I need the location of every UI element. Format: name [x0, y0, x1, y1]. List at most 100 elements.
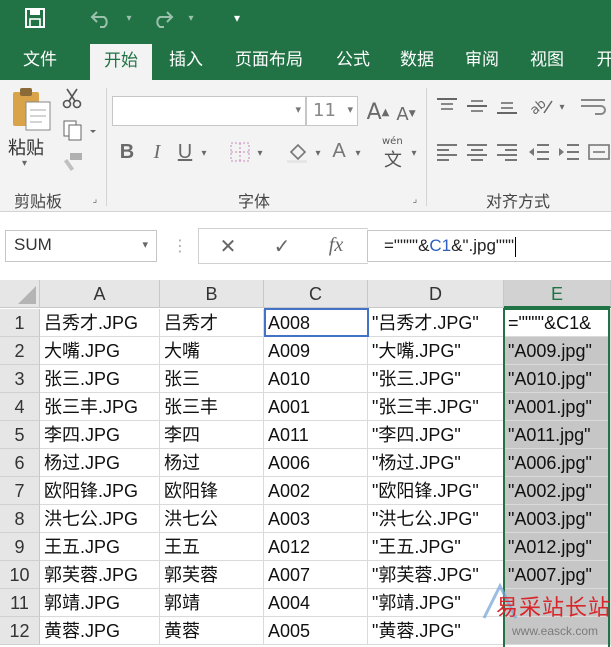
- cell-c6[interactable]: A006: [264, 449, 368, 477]
- customize-quick-access-icon[interactable]: ▾: [228, 4, 246, 32]
- redo-dropdown-icon[interactable]: ▾: [182, 4, 200, 32]
- cell-c9[interactable]: A012: [264, 533, 368, 561]
- fill-color-icon[interactable]: [284, 138, 310, 166]
- cell-b2[interactable]: 大嘴: [160, 337, 264, 365]
- cell-b10[interactable]: 郭芙蓉: [160, 561, 264, 589]
- underline-button[interactable]: U: [174, 138, 196, 166]
- increase-indent-icon[interactable]: [556, 138, 582, 166]
- cell-b12[interactable]: 黄蓉: [160, 617, 264, 645]
- row-header[interactable]: 5: [0, 421, 40, 449]
- insert-function-icon[interactable]: fx: [322, 232, 350, 258]
- border-dropdown-icon[interactable]: ▾: [254, 146, 266, 160]
- orientation-dropdown-icon[interactable]: ▾: [556, 100, 568, 114]
- cell-c11[interactable]: A004: [264, 589, 368, 617]
- redo-icon[interactable]: [146, 4, 180, 32]
- cell-b1[interactable]: 吕秀才: [160, 309, 264, 337]
- column-header-a[interactable]: A: [40, 280, 160, 308]
- cell-b3[interactable]: 张三: [160, 365, 264, 393]
- cell-a8[interactable]: 洪七公.JPG: [40, 505, 160, 533]
- row-header[interactable]: 7: [0, 477, 40, 505]
- undo-icon[interactable]: [84, 4, 118, 32]
- tab-view[interactable]: 视图: [520, 40, 574, 80]
- shrink-font-icon[interactable]: A ▼: [394, 100, 418, 128]
- cell-d2[interactable]: "大嘴.JPG": [368, 337, 504, 365]
- row-header[interactable]: 11: [0, 589, 40, 617]
- font-name-dropdown-icon[interactable]: ▾: [295, 103, 301, 116]
- cell-b11[interactable]: 郭靖: [160, 589, 264, 617]
- row-header[interactable]: 10: [0, 561, 40, 589]
- cell-a2[interactable]: 大嘴.JPG: [40, 337, 160, 365]
- enter-icon[interactable]: ✓: [268, 234, 296, 258]
- cell-d7[interactable]: "欧阳锋.JPG": [368, 477, 504, 505]
- save-icon[interactable]: [18, 4, 52, 32]
- cell-d4[interactable]: "张三丰.JPG": [368, 393, 504, 421]
- name-box[interactable]: SUM ▾: [5, 230, 157, 262]
- align-right-icon[interactable]: [494, 138, 520, 166]
- cell-e2[interactable]: "A009.jpg": [504, 337, 611, 365]
- paste-icon[interactable]: [8, 86, 56, 132]
- cell-d5[interactable]: "李四.JPG": [368, 421, 504, 449]
- tab-file[interactable]: 文件: [10, 40, 70, 80]
- cell-c12[interactable]: A005: [264, 617, 368, 645]
- cell-c3[interactable]: A010: [264, 365, 368, 393]
- cell-d3[interactable]: "张三.JPG": [368, 365, 504, 393]
- font-color-icon[interactable]: A: [328, 136, 350, 166]
- formula-input[interactable]: =""""&C1&".jpg""": [367, 230, 611, 262]
- cell-e8[interactable]: "A003.jpg": [504, 505, 611, 533]
- cell-c1[interactable]: A008: [264, 309, 368, 337]
- cell-e9[interactable]: "A012.jpg": [504, 533, 611, 561]
- merge-center-icon[interactable]: [586, 138, 611, 166]
- font-color-dropdown-icon[interactable]: ▾: [352, 146, 364, 160]
- cell-a1[interactable]: 吕秀才.JPG: [40, 309, 160, 337]
- cell-e4[interactable]: "A001.jpg": [504, 393, 611, 421]
- cell-b9[interactable]: 王五: [160, 533, 264, 561]
- cell-b5[interactable]: 李四: [160, 421, 264, 449]
- cell-a3[interactable]: 张三.JPG: [40, 365, 160, 393]
- cell-d1[interactable]: "吕秀才.JPG": [368, 309, 504, 337]
- tab-insert[interactable]: 插入: [158, 40, 214, 80]
- row-header[interactable]: 12: [0, 617, 40, 645]
- row-header[interactable]: 9: [0, 533, 40, 561]
- cell-a6[interactable]: 杨过.JPG: [40, 449, 160, 477]
- column-header-e[interactable]: E: [504, 280, 611, 308]
- row-header[interactable]: 8: [0, 505, 40, 533]
- cell-a10[interactable]: 郭芙蓉.JPG: [40, 561, 160, 589]
- tab-home[interactable]: 开始: [90, 44, 152, 80]
- align-middle-icon[interactable]: [464, 94, 490, 118]
- cancel-icon[interactable]: ✕: [214, 234, 242, 258]
- cell-d10[interactable]: "郭芙蓉.JPG": [368, 561, 504, 589]
- border-icon[interactable]: [228, 140, 252, 164]
- cell-d6[interactable]: "杨过.JPG": [368, 449, 504, 477]
- column-header-d[interactable]: D: [368, 280, 504, 308]
- cell-a12[interactable]: 黄蓉.JPG: [40, 617, 160, 645]
- fill-color-dropdown-icon[interactable]: ▾: [312, 146, 324, 160]
- italic-button[interactable]: I: [146, 138, 168, 166]
- cell-c8[interactable]: A003: [264, 505, 368, 533]
- cell-e11[interactable]: [504, 589, 611, 617]
- font-size-dropdown-icon[interactable]: ▾: [347, 103, 353, 116]
- select-all-corner[interactable]: [0, 280, 40, 308]
- align-bottom-icon[interactable]: [494, 94, 520, 118]
- cell-c5[interactable]: A011: [264, 421, 368, 449]
- paste-dropdown-icon[interactable]: ▾: [22, 158, 27, 169]
- tab-formulas[interactable]: 公式: [326, 40, 380, 80]
- copy-icon[interactable]: [60, 118, 100, 142]
- bold-button[interactable]: B: [116, 138, 138, 166]
- paste-label[interactable]: 粘贴: [8, 134, 44, 160]
- column-header-b[interactable]: B: [160, 280, 264, 308]
- format-painter-icon[interactable]: [60, 150, 86, 174]
- decrease-indent-icon[interactable]: [526, 138, 552, 166]
- cell-e5[interactable]: "A011.jpg": [504, 421, 611, 449]
- undo-dropdown-icon[interactable]: ▾: [120, 4, 138, 32]
- cell-c10[interactable]: A007: [264, 561, 368, 589]
- orientation-icon[interactable]: ab: [526, 92, 556, 118]
- cell-b6[interactable]: 杨过: [160, 449, 264, 477]
- cell-e3[interactable]: "A010.jpg": [504, 365, 611, 393]
- cell-e10[interactable]: "A007.jpg": [504, 561, 611, 589]
- cut-icon[interactable]: [60, 86, 84, 110]
- cell-e1[interactable]: =""""&C1&: [504, 309, 611, 337]
- column-header-c[interactable]: C: [264, 280, 368, 308]
- cell-e12[interactable]: [504, 617, 611, 645]
- row-header[interactable]: 2: [0, 337, 40, 365]
- phonetic-icon[interactable]: 文: [384, 146, 402, 172]
